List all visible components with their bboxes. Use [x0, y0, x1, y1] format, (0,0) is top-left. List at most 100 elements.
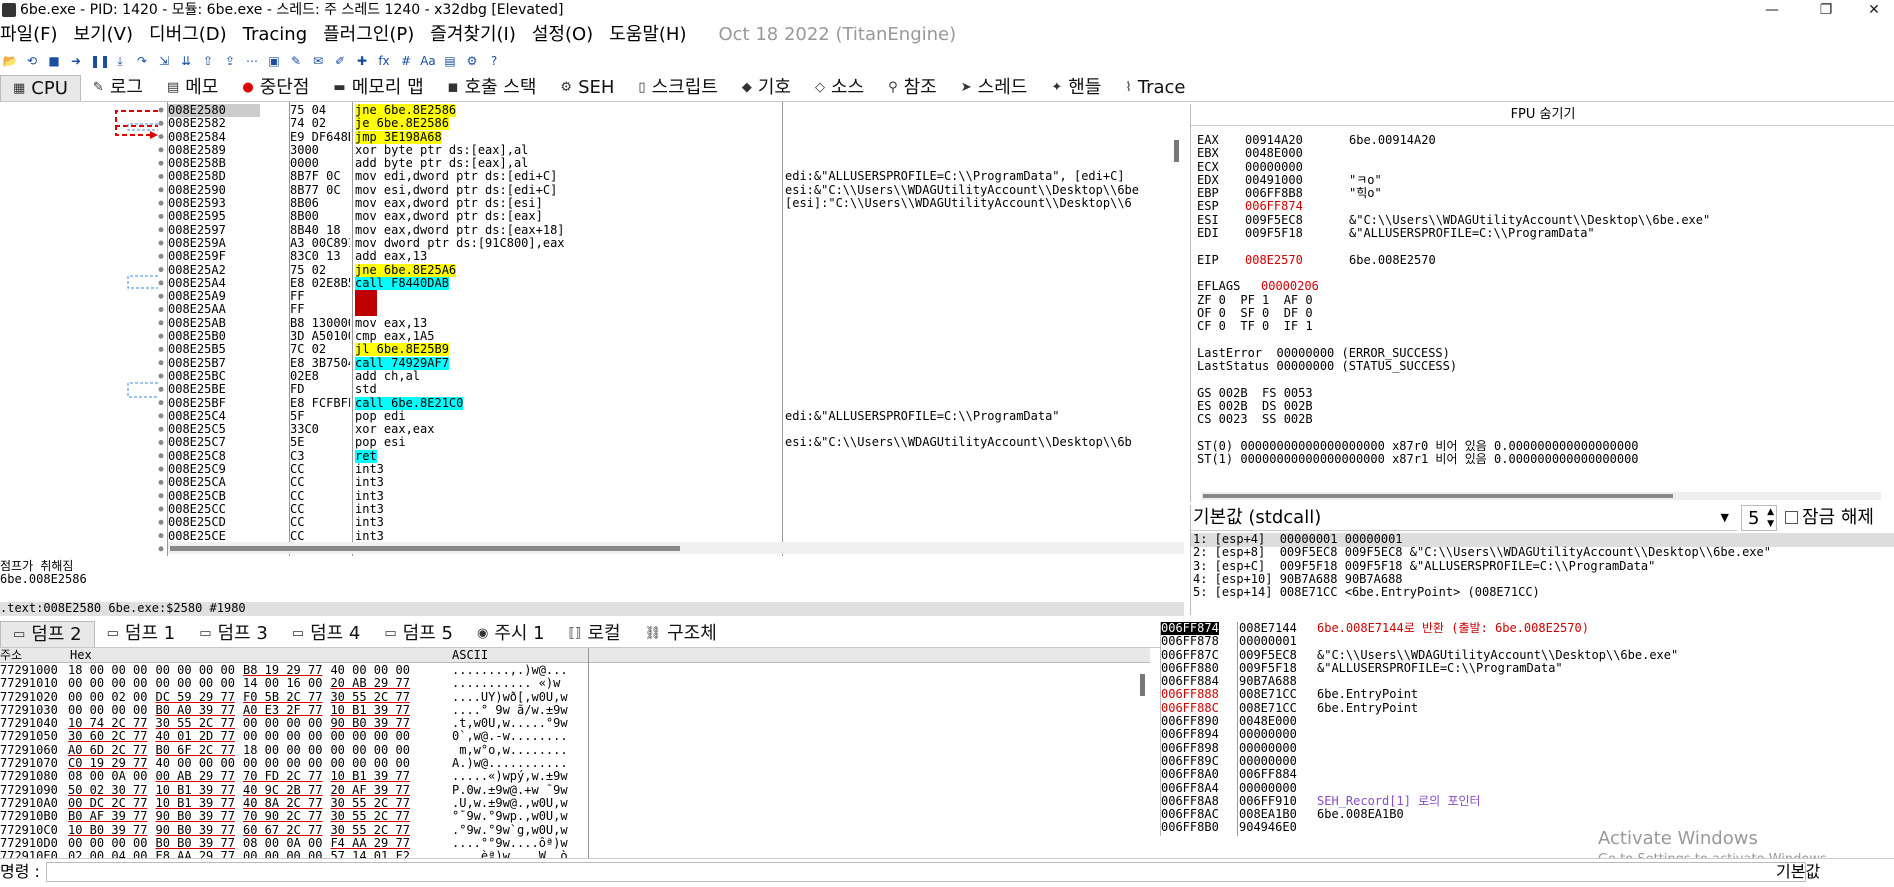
stack-row-value[interactable]: 008E71CC [1239, 702, 1315, 715]
disasm-row-address[interactable]: 008E2590 [168, 184, 260, 197]
stack-row-value[interactable]: 904946E0 [1239, 821, 1315, 834]
stack-row-value[interactable]: 006FF910 [1239, 795, 1315, 808]
call-arg-line[interactable]: 3: [esp+C] 009F5F18 009F5F18 &"ALLUSERSP… [1193, 560, 1893, 573]
hide-fpu-button[interactable]: FPU 숨기기 [1191, 104, 1894, 126]
dump-row-address[interactable]: 77291050 [0, 730, 68, 743]
breakpoint-dot[interactable] [158, 413, 164, 419]
close-button[interactable]: ✕ [1854, 0, 1894, 20]
tab-4[interactable]: ▬ 메모리 맵 [321, 75, 435, 101]
tab-8[interactable]: ◆ 기호 [730, 75, 803, 101]
dump-vertical-scrollbar[interactable] [1140, 664, 1148, 854]
breakpoint-dot[interactable] [158, 120, 164, 126]
disasm-row-address[interactable]: 008E25C9 [168, 463, 260, 476]
menu-item-1[interactable]: 보기(V) [74, 24, 133, 45]
breakpoint-dot[interactable] [158, 267, 164, 273]
disasm-row-address[interactable]: 008E25CA [168, 476, 260, 489]
stack-row-address[interactable]: 006FF89C [1161, 755, 1237, 768]
dump-row-hex[interactable]: 50 02 30 77 10 B1 39 77 40 9C 2B 77 20 AF 3… [68, 784, 454, 797]
register-value[interactable]: 0048E000 [1245, 147, 1349, 160]
breakpoint-dot[interactable] [158, 533, 164, 539]
dump-row-hex[interactable]: C0 19 29 77 40 00 00 00 00 00 00 00 00 00 0… [68, 757, 454, 770]
tab-0[interactable]: ▦ CPU [0, 75, 81, 101]
register-value[interactable]: 009F5F18 [1245, 227, 1349, 240]
menu-item-7[interactable]: 도움말(H) [609, 24, 686, 45]
trace-into-icon[interactable]: ⇲ [156, 53, 172, 69]
stack-row-address[interactable]: 006FF874 [1161, 622, 1237, 635]
stack-row-address[interactable]: 006FF8B0 [1161, 821, 1237, 834]
disasm-row-address[interactable]: 008E25BF [168, 397, 260, 410]
stack-row-value[interactable]: 00000000 [1239, 742, 1315, 755]
stack-row-address[interactable]: 006FF898 [1161, 742, 1237, 755]
dump-row-address[interactable]: 77291070 [0, 757, 68, 770]
tab-6[interactable]: ⚙ SEH [548, 75, 626, 101]
dump-row-hex[interactable]: 10 B0 39 77 90 B0 39 77 60 67 2C 77 30 55 2… [68, 824, 454, 837]
tab-13[interactable]: ⌇ Trace [1113, 75, 1197, 101]
fpu-register-line[interactable]: ST(1) 00000000000000000000 x87r1 비어 있음 0… [1197, 453, 1887, 466]
command-default-selector[interactable]: 기본값 [1776, 861, 1820, 883]
menu-item-4[interactable]: 플러그인(P) [323, 24, 414, 45]
stack-row-value[interactable]: 008EA1B0 [1239, 808, 1315, 821]
registers-panel[interactable]: FPU 숨기기 EAX 00914A20 6be.00914A20 EBX 0048E0… [1190, 104, 1894, 502]
stack-row-value[interactable]: 00000000 [1239, 755, 1315, 768]
breakpoint-dot[interactable] [158, 307, 164, 312]
stack-row-address[interactable]: 006FF8A0 [1161, 768, 1237, 781]
register-value[interactable]: 006FF8B8 [1245, 187, 1349, 200]
restart-icon[interactable]: ⟲ [24, 53, 40, 69]
breakpoint-dot[interactable] [158, 320, 164, 326]
tab-12[interactable]: ✦ 핸들 [1039, 75, 1113, 101]
dump-row-address[interactable]: 772910D0 [0, 837, 68, 850]
register-value[interactable]: 00491000 [1245, 174, 1349, 187]
disasm-row-address[interactable]: 008E25C5 [168, 423, 260, 436]
stack-row-value[interactable]: 006FF884 [1239, 768, 1315, 781]
disassembly-view[interactable]: 008E2580 008E2582 008E2584 008E2589 008E258B… [0, 102, 1184, 556]
dump-row-address[interactable]: 77291080 [0, 770, 68, 783]
disasm-row-address[interactable]: 008E25C8 [168, 450, 260, 463]
flags-line[interactable]: OF 0 SF 0 DF 0 [1197, 307, 1887, 320]
run-to-user-code-icon[interactable]: ⇪ [222, 53, 238, 69]
dump-row-hex[interactable]: 00 00 00 00 B0 A0 39 77 A0 E3 2F 77 10 B1 3… [68, 704, 454, 717]
breakpoint-dot[interactable] [158, 453, 164, 459]
disasm-row-address[interactable]: 008E25A2 [168, 264, 260, 277]
stack-row-address[interactable]: 006FF890 [1161, 715, 1237, 728]
close-icon[interactable]: ■ [46, 53, 62, 69]
dump-row-hex[interactable]: 00 00 00 00 00 00 00 00 14 00 16 00 20 AB 2… [68, 677, 454, 690]
disasm-row-address[interactable]: 008E25A4 [168, 277, 260, 290]
dump-row-address[interactable]: 772910B0 [0, 810, 68, 823]
breakpoint-dot[interactable] [158, 386, 164, 392]
stack-row-address[interactable]: 006FF8AC [1161, 808, 1237, 821]
breakpoint-dot[interactable] [158, 466, 164, 472]
register-value[interactable]: 00000000 [1245, 161, 1349, 174]
stack-row-address[interactable]: 006FF878 [1161, 635, 1237, 648]
hash-icon[interactable]: # [398, 53, 414, 69]
dump-row-address[interactable]: 77291000 [0, 664, 68, 677]
dump-row-hex[interactable]: 18 00 00 00 00 00 00 00 B8 19 29 77 40 00 0… [68, 664, 454, 677]
maximize-button[interactable]: ❐ [1806, 0, 1846, 20]
run-icon[interactable]: ➜ [68, 53, 84, 69]
dump-tab-1[interactable]: ▭ 덤프 1 [95, 621, 188, 647]
dump-row-hex[interactable]: B0 AF 39 77 90 B0 39 77 70 90 2C 77 30 55 2… [68, 810, 454, 823]
breakpoint-dot[interactable] [158, 479, 164, 485]
tab-10[interactable]: ⚲ 참조 [876, 75, 949, 101]
dump-row-address[interactable]: 77291030 [0, 704, 68, 717]
breakpoint-dot[interactable] [158, 400, 164, 406]
breakpoint-dot[interactable] [158, 174, 164, 179]
dump-row-hex[interactable]: 00 DC 2C 77 10 B1 39 77 40 8A 2C 77 30 55 2… [68, 797, 454, 810]
disasm-row-address[interactable]: 008E25AB [168, 317, 260, 330]
call-arg-line[interactable]: 4: [esp+10] 90B7A688 90B7A688 [1193, 573, 1893, 586]
open-icon[interactable]: 📂 [2, 53, 18, 69]
unlock-checkbox[interactable]: 잠금 해제 [1785, 505, 1894, 531]
breakpoint-dot[interactable] [158, 360, 164, 366]
argument-count-spinner[interactable]: 5 ▲ ▼ [1741, 505, 1777, 531]
tab-9[interactable]: ◇ 소스 [803, 75, 876, 101]
stack-row-address[interactable]: 006FF888 [1161, 688, 1237, 701]
breakpoint-dot[interactable] [158, 240, 164, 246]
stack-row-address[interactable]: 006FF884 [1161, 675, 1237, 688]
dump-row-address[interactable]: 77291010 [0, 677, 68, 690]
settings-icon[interactable]: ⚙ [464, 53, 480, 69]
hex-dump-view[interactable]: 주소 Hex ASCII 77291000 77291010 77291020 772… [0, 648, 1150, 860]
disasm-row-address[interactable]: 008E25BE [168, 383, 260, 396]
dump-row-address[interactable]: 77291090 [0, 784, 68, 797]
stack-row-value[interactable]: 009F5F18 [1239, 662, 1315, 675]
tab-5[interactable]: ◼ 호출 스택 [436, 75, 549, 101]
dump-tab-6[interactable]: ⟦⟧ 로컬 [557, 621, 633, 647]
